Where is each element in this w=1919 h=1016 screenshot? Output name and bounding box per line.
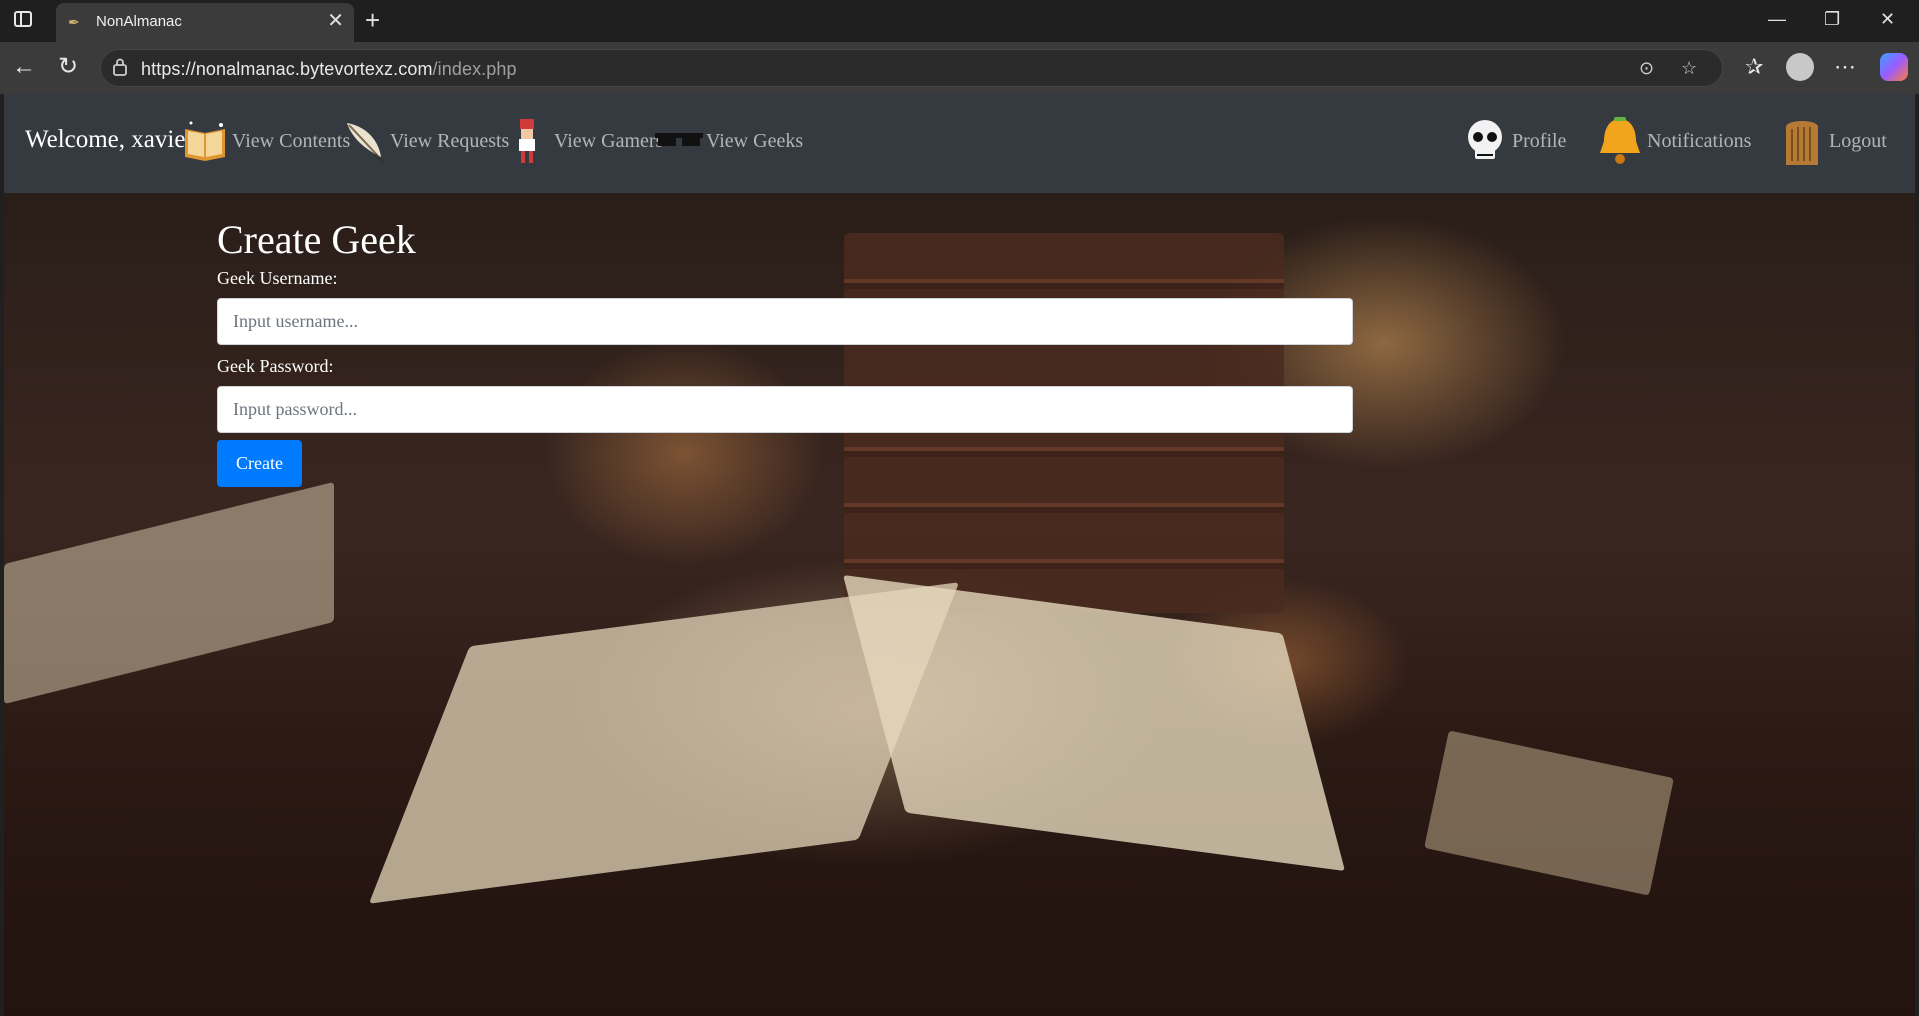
browser-tab[interactable]: ✒ NonAlmanac ✕ — [56, 3, 354, 42]
url-field[interactable]: https://nonalmanac.bytevortexz.com/index… — [100, 49, 1723, 87]
quill-icon — [338, 116, 388, 166]
site-navbar: Welcome, xavier View Contents View Reque… — [4, 94, 1915, 193]
nav-notifications[interactable]: Notifications — [1595, 116, 1751, 166]
door-icon — [1777, 116, 1827, 166]
close-window-icon[interactable]: ✕ — [1880, 9, 1895, 30]
copilot-icon[interactable] — [1880, 53, 1908, 81]
reader-mode-icon[interactable]: ⊙ — [1639, 58, 1654, 79]
gamer-character-icon — [502, 116, 552, 166]
password-label: Geek Password: — [217, 356, 334, 376]
nav-link-label: Notifications — [1647, 129, 1752, 152]
nav-view-gamers[interactable]: View Gamers — [502, 116, 663, 166]
new-tab-icon[interactable]: + — [365, 5, 380, 35]
sidebar-toggle-icon[interactable] — [14, 11, 32, 27]
close-tab-icon[interactable]: ✕ — [327, 11, 344, 31]
more-options-icon[interactable]: ⋯ — [1834, 54, 1856, 80]
quill-favicon-icon: ✒ — [68, 14, 80, 30]
favorites-icon[interactable]: ✰ — [1745, 54, 1763, 80]
tab-title: NonAlmanac — [96, 13, 182, 30]
nav-link-label: View Requests — [390, 129, 510, 152]
profile-avatar-icon[interactable] — [1786, 53, 1814, 81]
nav-link-label: View Contents — [232, 129, 351, 152]
bell-icon — [1595, 116, 1645, 166]
minimize-icon[interactable]: — — [1768, 9, 1786, 30]
nav-view-requests[interactable]: View Requests — [338, 116, 509, 166]
nav-link-label: View Geeks — [706, 129, 804, 152]
nav-link-label: Logout — [1829, 129, 1887, 152]
back-icon[interactable]: ← — [12, 54, 36, 80]
nav-link-label: Profile — [1512, 129, 1567, 152]
nav-profile[interactable]: Profile — [1460, 116, 1566, 166]
browser-tab-bar: ✒ NonAlmanac ✕ + — ❐ ✕ — [0, 0, 1919, 42]
nav-link-label: View Gamers — [554, 129, 664, 152]
username-input[interactable] — [217, 298, 1353, 345]
username-label: Geek Username: — [217, 268, 338, 288]
password-input[interactable] — [217, 386, 1353, 433]
url-path: /index.php — [432, 59, 517, 79]
sunglasses-icon — [654, 116, 704, 166]
book-icon — [180, 116, 230, 166]
url-text: https://nonalmanac.bytevortexz.com/index… — [141, 59, 517, 80]
restore-icon[interactable]: ❐ — [1824, 9, 1840, 30]
favorite-star-icon[interactable]: ☆ — [1681, 58, 1697, 79]
lock-icon[interactable] — [113, 58, 127, 76]
skull-icon — [1460, 116, 1510, 166]
nav-view-geeks[interactable]: View Geeks — [654, 116, 803, 166]
nav-view-contents[interactable]: View Contents — [180, 116, 350, 166]
browser-address-bar: ← ↻ https://nonalmanac.bytevortexz.com/i… — [0, 42, 1919, 94]
nav-logout[interactable]: Logout — [1777, 116, 1887, 166]
reload-icon[interactable]: ↻ — [58, 54, 78, 80]
welcome-brand[interactable]: Welcome, xavier — [25, 126, 194, 154]
url-host: https://nonalmanac.bytevortexz.com — [141, 59, 433, 79]
page-title: Create Geek — [217, 217, 416, 262]
create-button[interactable]: Create — [217, 440, 302, 487]
web-page: Welcome, xavier View Contents View Reque… — [4, 94, 1915, 1016]
library-background: Create Geek Geek Username: Geek Password… — [4, 193, 1915, 1016]
